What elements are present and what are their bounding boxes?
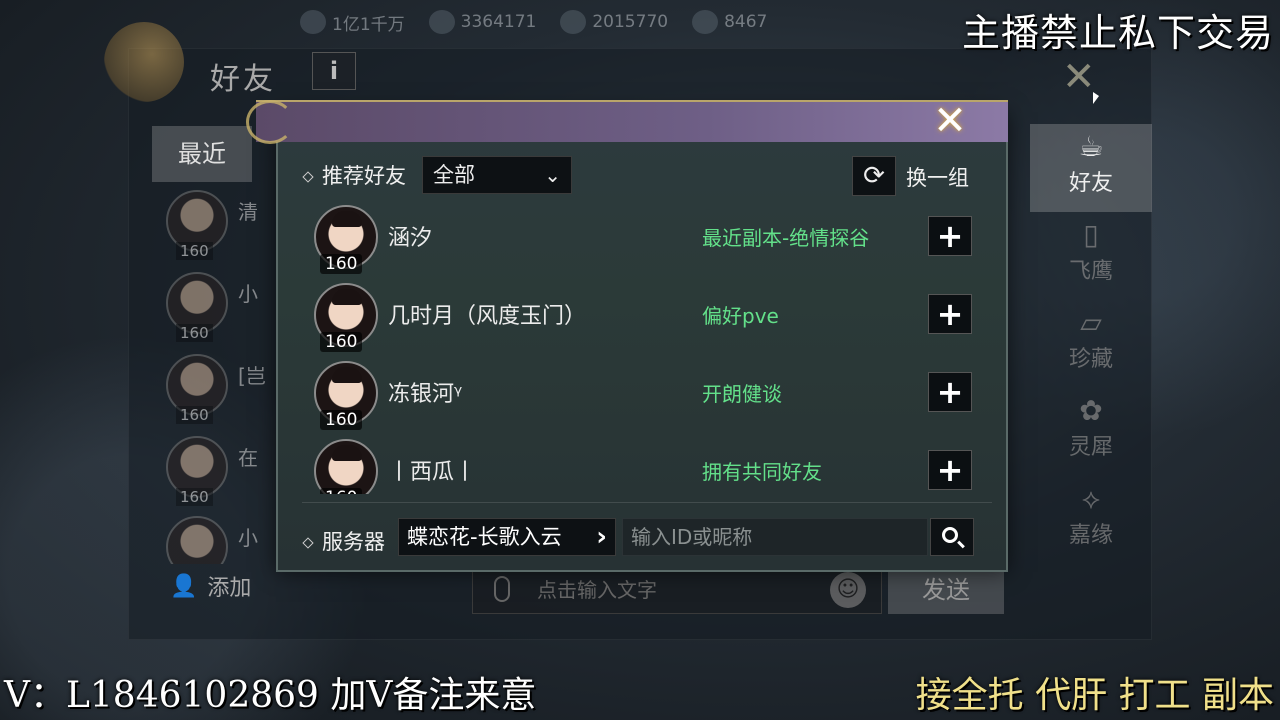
chat-input[interactable]: 点击输入文字 (472, 566, 882, 614)
silver-icon (428, 10, 455, 34)
resource-silver: 3364171 (428, 10, 536, 34)
bag-icon (692, 10, 719, 34)
search-button[interactable] (930, 518, 974, 556)
contact-item[interactable]: 160 清 (160, 186, 280, 264)
side-nav: ☕ 好友 ▯ 飞鹰 ▱ 珍藏 ✿ 灵犀 ⟡ 嘉缘 (1030, 124, 1152, 564)
list-item: 160 涵汐 最近副本-绝情探谷 + (302, 202, 992, 280)
add-friend-plus-button[interactable]: + (928, 450, 972, 490)
chevron-down-icon: ⌄ (544, 163, 561, 187)
contact-item[interactable]: 160 小 (160, 268, 280, 346)
side-nav-lingxi[interactable]: ✿ 灵犀 (1030, 388, 1152, 476)
chevron-right-icon: › (596, 522, 607, 552)
list-item: 160 冻银河ᵞ 开朗健谈 + (302, 358, 992, 436)
flower-icon: ✿ (1079, 394, 1103, 427)
add-friend-plus-button[interactable]: + (928, 216, 972, 256)
dialog-close-icon[interactable]: ✕ (924, 96, 976, 148)
crane-icon: ⟡ (1081, 482, 1101, 515)
side-nav-friends[interactable]: ☕ 好友 (1030, 124, 1152, 212)
filter-dropdown[interactable]: 全部 ⌄ (422, 156, 572, 194)
ticket-icon (560, 10, 587, 34)
overlay-top-text: 主播禁止私下交易 (961, 11, 1274, 55)
resource-bag: 8467 (692, 10, 767, 34)
mouse-cursor-icon (1093, 92, 1099, 104)
search-input[interactable]: 输入ID或昵称 (622, 518, 928, 556)
info-button[interactable]: i (312, 52, 356, 90)
avatar (166, 516, 228, 564)
dialog-banner (256, 100, 1008, 142)
recommend-list: 160 涵汐 最近副本-绝情探谷 + 160 几时月（风度玉门） 偏好pve +… (302, 202, 992, 494)
overlay-service-text: 接全托 代肝 打工 副本 (915, 675, 1274, 716)
resource-bar: 1亿1千万 3364171 2015770 8467 (300, 4, 767, 40)
server-dropdown[interactable]: 蝶恋花-长歌入云 › (398, 518, 616, 556)
scroll-icon: ▯ (1083, 218, 1099, 251)
send-button[interactable]: 发送 (888, 566, 1004, 614)
friends-window-title: 好友 (210, 62, 276, 97)
resource-coin: 1亿1千万 (300, 10, 405, 35)
search-icon-handle (957, 540, 965, 549)
refresh-label[interactable]: 换一组 (906, 162, 969, 192)
resource-ticket: 2015770 (560, 10, 668, 34)
window-close-icon[interactable]: ✕ (1062, 54, 1096, 100)
server-label: 服务器 (302, 526, 385, 556)
refresh-icon[interactable]: ⟳ (852, 156, 896, 196)
add-friend-plus-button[interactable]: + (928, 372, 972, 412)
overlay-contact-text: V：L1846102869 加V备注来意 (4, 675, 537, 716)
emoji-icon[interactable]: ☺ (830, 572, 866, 608)
side-nav-jiayuan[interactable]: ⟡ 嘉缘 (1030, 476, 1152, 564)
search-icon (942, 527, 958, 543)
side-nav-collection[interactable]: ▱ 珍藏 (1030, 300, 1152, 388)
contact-item[interactable]: 160 [岂 (160, 350, 280, 428)
recommend-label: 推荐好友 (302, 160, 406, 190)
list-item: 160 丨西瓜丨 拥有共同好友 + (302, 436, 992, 494)
coin-icon (300, 10, 326, 34)
contact-item[interactable]: 160 在 (160, 432, 280, 510)
add-user-icon: 👤 (170, 573, 198, 599)
divider (302, 502, 992, 503)
microphone-icon[interactable] (494, 576, 510, 602)
scroll-ornament-icon (246, 100, 294, 144)
add-friend-button[interactable]: 👤 添加 (170, 570, 251, 602)
contact-item[interactable]: 小 (160, 512, 280, 564)
diamond-icon (302, 537, 314, 549)
side-nav-eagle[interactable]: ▯ 飞鹰 (1030, 212, 1152, 300)
diamond-icon (302, 171, 314, 183)
avatar[interactable] (314, 439, 378, 494)
tab-recent[interactable]: 最近 (152, 126, 252, 182)
add-friend-plus-button[interactable]: + (928, 294, 972, 334)
teapot-icon: ☕ (1078, 130, 1104, 163)
moon-icon (104, 22, 184, 102)
book-icon: ▱ (1080, 306, 1102, 339)
list-item: 160 几时月（风度玉门） 偏好pve + (302, 280, 992, 358)
